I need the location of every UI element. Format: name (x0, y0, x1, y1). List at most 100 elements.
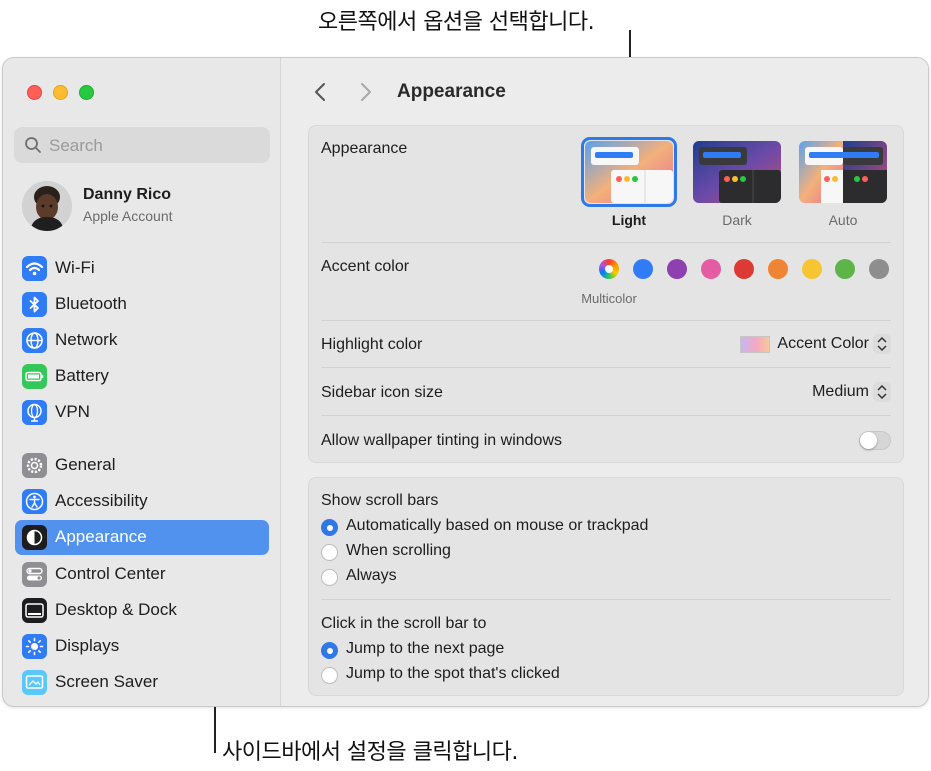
scroll-bar-settings-group: Show scroll bars Automatically based on … (308, 477, 904, 696)
wifi-icon (22, 256, 47, 281)
sidebar-item-bluetooth[interactable]: Bluetooth (15, 287, 269, 322)
divider (321, 367, 891, 368)
desktop-dock-icon (22, 598, 47, 623)
radio-label: Jump to the spot that's clicked (346, 665, 560, 682)
page-title: Appearance (397, 81, 506, 102)
sidebar-item-appearance[interactable]: Appearance (15, 520, 269, 555)
appearance-option-light-label[interactable]: Light (585, 212, 673, 228)
appearance-settings-group: Appearance Light Dark Auto Accent color … (308, 125, 904, 463)
sidebar-item-wifi[interactable]: Wi-Fi (15, 251, 269, 286)
settings-window: Search Danny Rico Apple Account Wi-Fi Bl… (2, 57, 929, 707)
sidebar-item-label: Bluetooth (55, 294, 127, 313)
sidebar-icon-size-value: Medium (812, 383, 869, 401)
back-chevron-icon[interactable] (310, 78, 330, 106)
accessibility-icon (22, 489, 47, 514)
highlight-color-popup[interactable]: Accent Color (740, 334, 891, 354)
sidebar-item-label: Control Center (55, 564, 166, 583)
wallpaper-tinting-label: Allow wallpaper tinting in windows (321, 432, 563, 449)
avatar (22, 181, 72, 231)
bluetooth-icon (22, 292, 47, 317)
accent-swatch-red[interactable] (734, 259, 754, 279)
divider (321, 599, 891, 600)
sun-icon (22, 634, 47, 659)
radio-label: When scrolling (346, 542, 451, 559)
radio-label: Always (346, 567, 397, 584)
sidebar-item-screen-saver[interactable]: Screen Saver (15, 665, 269, 700)
accent-swatch-purple[interactable] (667, 259, 687, 279)
sidebar-item-displays[interactable]: Displays (15, 629, 269, 664)
radio-label: Jump to the next page (346, 640, 505, 657)
control-center-icon (22, 562, 47, 587)
radio-dot (321, 544, 338, 561)
account-subtitle: Apple Account (83, 208, 173, 224)
vpn-globe-icon (22, 400, 47, 425)
appearance-option-dark[interactable] (693, 141, 781, 203)
sidebar-item-label: VPN (55, 402, 90, 421)
sidebar-item-label: Screen Saver (55, 672, 158, 691)
appearance-option-light[interactable] (585, 141, 673, 203)
search-field[interactable]: Search (14, 127, 270, 163)
accent-swatch-green[interactable] (835, 259, 855, 279)
appearance-option-auto[interactable] (799, 141, 887, 203)
accent-swatch-yellow[interactable] (802, 259, 822, 279)
sidebar-item-accessibility[interactable]: Accessibility (15, 484, 269, 519)
account-name: Danny Rico (83, 186, 172, 203)
appearance-icon (22, 525, 47, 550)
sidebar-item-network[interactable]: Network (15, 323, 269, 358)
popup-chevrons-icon (873, 382, 891, 402)
screen-saver-icon (22, 670, 47, 695)
sidebar-item-label: Battery (55, 366, 109, 385)
close-window-button[interactable] (27, 85, 42, 100)
sidebar-item-label: Displays (55, 636, 120, 655)
main-pane: Appearance Appearance Light Dark Auto Ac… (282, 58, 928, 706)
forward-chevron-icon[interactable] (356, 78, 376, 106)
sidebar-item-vpn[interactable]: VPN (15, 395, 269, 430)
accent-selected-label: Multicolor (581, 291, 637, 306)
radio-dot (321, 667, 338, 684)
sidebar-icon-size-popup[interactable]: Medium (812, 382, 891, 402)
appearance-option-dark-label[interactable]: Dark (693, 212, 781, 228)
sidebar: Search Danny Rico Apple Account Wi-Fi Bl… (3, 58, 281, 706)
apple-account-item[interactable]: Danny Rico Apple Account (22, 181, 272, 233)
divider (321, 320, 891, 321)
sidebar-item-control-center[interactable]: Control Center (15, 557, 269, 592)
wallpaper-tinting-toggle[interactable] (859, 431, 891, 450)
appearance-option-auto-label[interactable]: Auto (799, 212, 887, 228)
battery-icon (22, 364, 47, 389)
sidebar-item-label: Accessibility (55, 491, 148, 510)
radio-label: Automatically based on mouse or trackpad (346, 517, 649, 534)
accent-swatch-pink[interactable] (701, 259, 721, 279)
radio-dot (321, 569, 338, 586)
click-scroll-bar-label: Click in the scroll bar to (321, 615, 487, 632)
accent-swatch-graphite[interactable] (869, 259, 889, 279)
appearance-label: Appearance (321, 140, 408, 157)
popup-chevrons-icon (873, 334, 891, 354)
zoom-window-button[interactable] (79, 85, 94, 100)
accent-swatch-orange[interactable] (768, 259, 788, 279)
sidebar-item-label: General (55, 455, 116, 474)
accent-swatch-multicolor[interactable] (599, 259, 619, 279)
toggle-knob (860, 432, 877, 449)
sidebar-item-label: Network (55, 330, 118, 349)
highlight-color-value: Accent Color (777, 335, 869, 353)
sidebar-item-battery[interactable]: Battery (15, 359, 269, 394)
sidebar-item-label: Appearance (55, 527, 147, 546)
callout-choose-option: 오른쪽에서 옵션을 선택합니다. (318, 10, 595, 35)
radio-dot (321, 519, 338, 536)
search-icon (25, 137, 41, 153)
accent-swatch-blue[interactable] (633, 259, 653, 279)
callout-click-sidebar: 사이드바에서 설정을 클릭합니다. (222, 740, 518, 765)
show-scroll-bars-label: Show scroll bars (321, 492, 439, 509)
sidebar-icon-size-label: Sidebar icon size (321, 384, 443, 401)
accent-color-label: Accent color (321, 258, 410, 275)
sidebar-item-general[interactable]: General (15, 448, 269, 483)
highlight-color-swatch (740, 335, 771, 353)
highlight-color-label: Highlight color (321, 336, 423, 353)
search-placeholder: Search (49, 136, 103, 155)
minimize-window-button[interactable] (53, 85, 68, 100)
globe-icon (22, 328, 47, 353)
gear-icon (22, 453, 47, 478)
sidebar-item-label: Desktop & Dock (55, 600, 177, 619)
sidebar-item-desktop-dock[interactable]: Desktop & Dock (15, 593, 269, 628)
radio-dot (321, 642, 338, 659)
